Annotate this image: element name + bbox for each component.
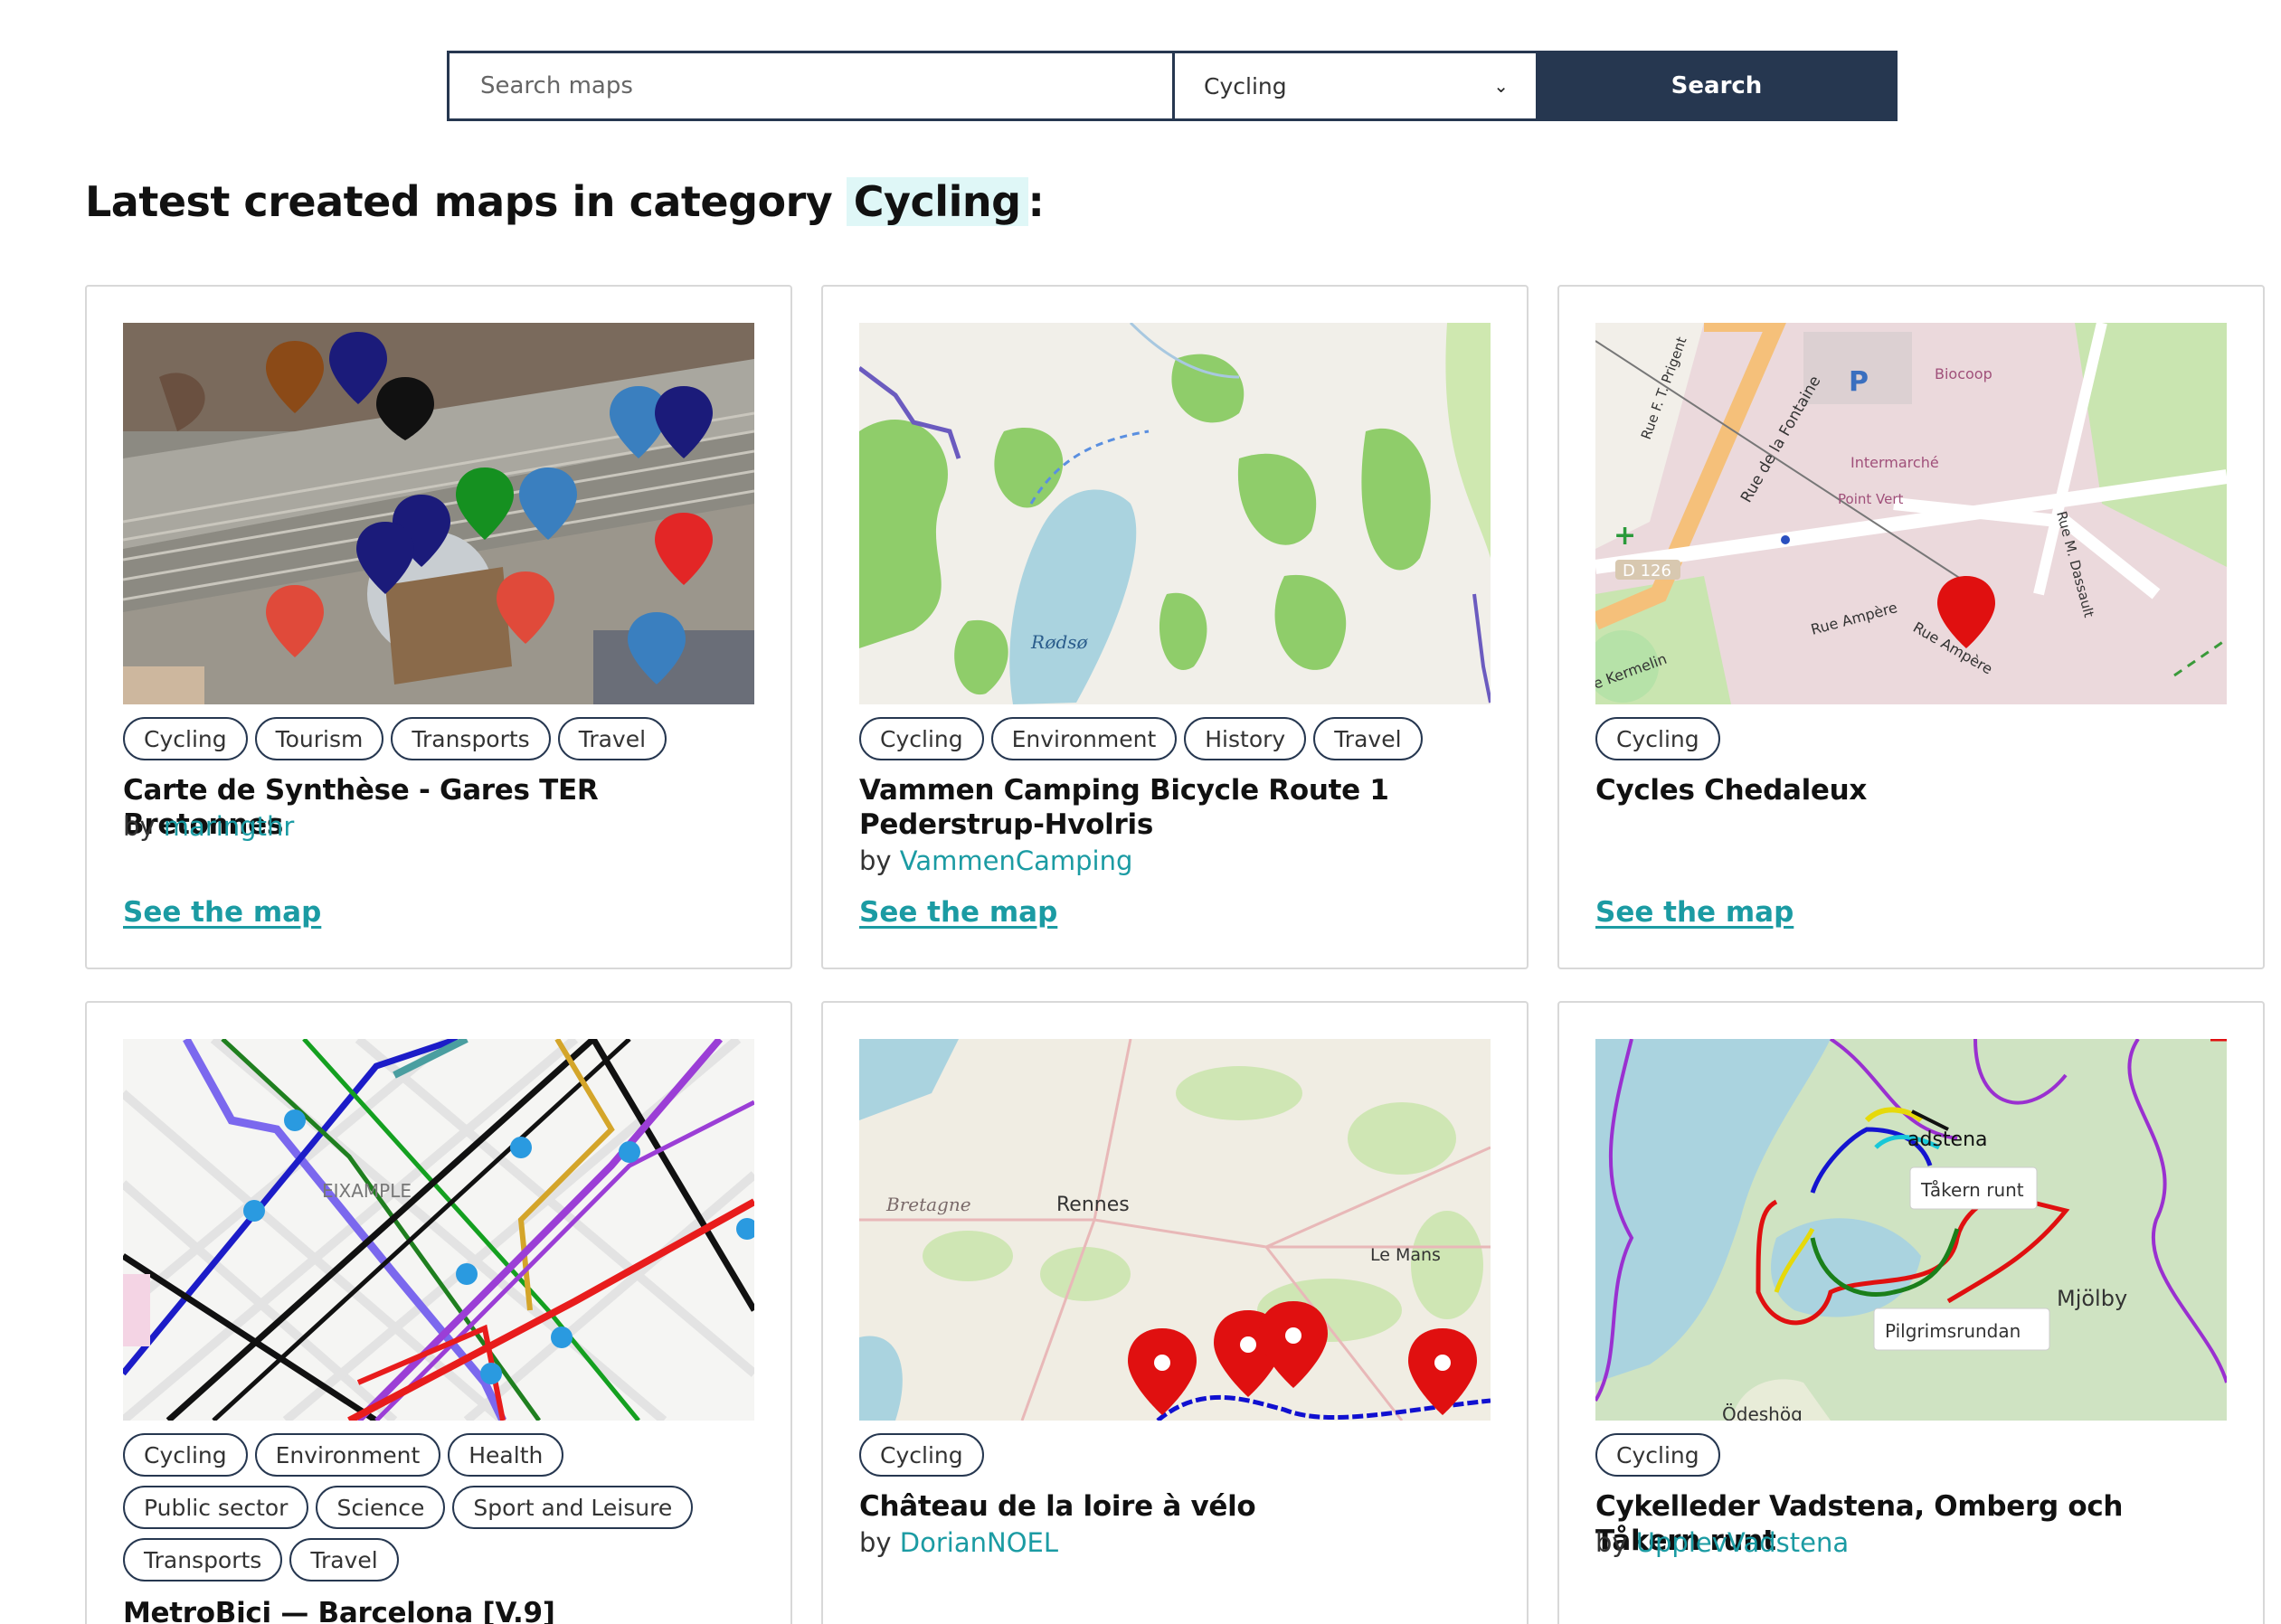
tag-list: Cycling [1595,1433,2229,1477]
see-the-map-link[interactable]: See the map [123,896,321,929]
map-label: Rødsø [1030,631,1089,653]
card-title: Château de la loire à vélo [859,1490,1256,1523]
card-title: Cycles Chedaleux [1595,774,1868,807]
map-label: adstena [1907,1128,1988,1151]
map-label: Tåkern runt [1920,1179,2024,1201]
page-title-suffix: : [1027,177,1045,226]
tag-travel[interactable]: Travel [289,1538,399,1582]
tag-cycling[interactable]: Cycling [859,1433,984,1477]
tag-list: Cycling Environment Health Public sector… [123,1433,756,1582]
map-label: Le Mans [1370,1245,1441,1265]
map-label: Rennes [1056,1194,1130,1216]
map-thumbnail[interactable]: Rødsø [859,323,1491,704]
author-link[interactable]: maringthr [164,811,294,842]
tag-public-sector[interactable]: Public sector [123,1486,309,1529]
tag-tourism[interactable]: Tourism [254,717,384,760]
tag-cycling[interactable]: Cycling [123,717,248,760]
tag-environment[interactable]: Environment [254,1433,441,1477]
tag-list: Cycling [859,1433,1492,1477]
map-label: D 126 [1623,562,1671,581]
map-label: Pilgrimsrundan [1885,1320,2021,1342]
by-label: by [859,1527,892,1558]
tag-cycling[interactable]: Cycling [123,1433,248,1477]
svg-text:P: P [1849,366,1869,398]
metro-map-image: EIXAMPLE [123,1039,754,1421]
see-the-map-link[interactable]: See the map [859,896,1057,929]
map-label: Bretagne [885,1194,971,1215]
tag-cycling[interactable]: Cycling [859,717,984,760]
map-card: Cycling Tourism Transports Travel Carte … [85,285,792,969]
card-author-line: by maringthr [123,811,294,842]
see-the-map-link[interactable]: See the map [1595,896,1794,929]
tag-list: Cycling Tourism Transports Travel [123,717,756,760]
tag-transports[interactable]: Transports [123,1538,283,1582]
category-select[interactable]: Cycling ⌄ [1172,51,1536,121]
map-card: EIXAMPLE Cycling Environment Health Publ… [85,1001,792,1624]
map-label: Mjölby [2057,1286,2127,1311]
author-link[interactable]: VammenCamping [900,845,1133,876]
tag-travel[interactable]: Travel [1313,717,1423,760]
search-button[interactable]: Search [1536,51,1898,121]
map-thumbnail[interactable]: EIXAMPLE [123,1039,754,1421]
tag-cycling[interactable]: Cycling [1595,717,1720,760]
author-link[interactable]: UpplevVadstena [1636,1527,1849,1558]
map-card: Bretagne Rennes Le Mans Cycling Château … [821,1001,1529,1624]
map-thumbnail[interactable] [123,323,754,704]
card-author-line: by UpplevVadstena [1595,1527,1849,1558]
by-label: by [1595,1527,1628,1558]
tag-transports[interactable]: Transports [391,717,551,760]
card-author-line: by DorianNOEL [859,1527,1058,1558]
svg-text:+: + [1614,520,1636,552]
tag-list: Cycling Environment History Travel [859,717,1492,760]
tag-history[interactable]: History [1184,717,1307,760]
map-label: Point Vert [1838,491,1904,507]
search-bar: Cycling ⌄ Search [447,51,1898,121]
tag-sport-and-leisure[interactable]: Sport and Leisure [452,1486,694,1529]
by-label: by [123,811,156,842]
map-thumbnail[interactable]: D 126 P Biocoop Intermarché Point Vert R… [1595,323,2227,704]
tag-cycling[interactable]: Cycling [1595,1433,1720,1477]
map-label: Ödeshög [1722,1403,1803,1421]
by-label: by [859,845,892,876]
street-map-image: D 126 P Biocoop Intermarché Point Vert R… [1595,323,2227,704]
tag-health[interactable]: Health [448,1433,564,1477]
chevron-down-icon: ⌄ [1493,75,1509,97]
map-label: Biocoop [1935,365,1992,382]
page-title-prefix: Latest created maps in category [85,177,833,226]
category-select-value: Cycling [1204,72,1287,99]
tag-science[interactable]: Science [316,1486,446,1529]
tag-travel[interactable]: Travel [557,717,667,760]
card-title: Vammen Camping Bicycle Route 1 Pederstru… [859,774,1389,841]
map-card: Rødsø Cycling Environment History Travel… [821,285,1529,969]
card-title: MetroBici — Barcelona [V.9] [123,1597,555,1624]
map-label: EIXAMPLE [322,1180,412,1202]
author-link[interactable]: DorianNOEL [900,1527,1058,1558]
map-thumbnail[interactable]: Bretagne Rennes Le Mans [859,1039,1491,1421]
tag-list: Cycling [1595,717,2229,760]
aerial-map-image [123,323,754,704]
topo-map-image: Rødsø [859,323,1491,704]
page-title: Latest created maps in category Cycling: [85,177,1045,226]
lake-map-image: Tåkern runt Pilgrimsrundan Mjölby Ödeshö… [1595,1039,2227,1421]
page-title-category: Cycling [846,177,1028,226]
tag-environment[interactable]: Environment [990,717,1178,760]
map-card: D 126 P Biocoop Intermarché Point Vert R… [1557,285,2265,969]
search-input[interactable] [447,51,1172,121]
region-map-image: Bretagne Rennes Le Mans [859,1039,1491,1421]
map-card: Tåkern runt Pilgrimsrundan Mjölby Ödeshö… [1557,1001,2265,1624]
map-label: Intermarché [1850,454,1939,471]
card-author-line: by VammenCamping [859,845,1132,876]
map-thumbnail[interactable]: Tåkern runt Pilgrimsrundan Mjölby Ödeshö… [1595,1039,2227,1421]
